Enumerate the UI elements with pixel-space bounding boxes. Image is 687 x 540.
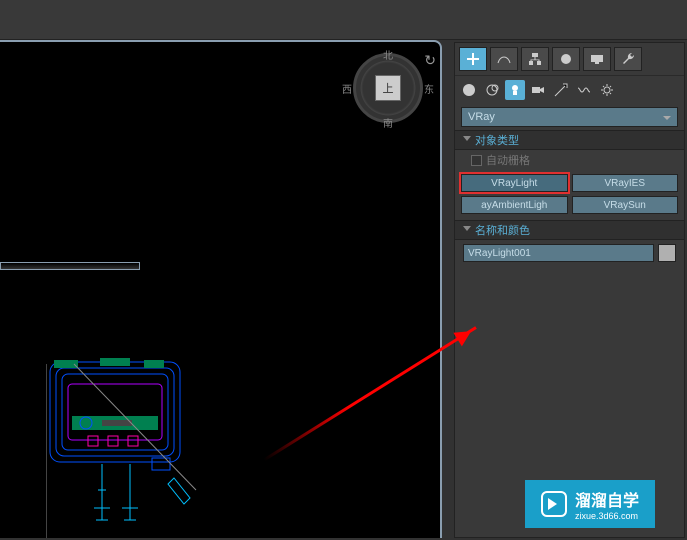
section-body-object-type: 自动栅格 VRayLight VRayIES ayAmbientLigh VRa… xyxy=(455,150,684,220)
spacewarps-icon[interactable] xyxy=(574,80,594,100)
viewport-top[interactable]: ↻ 北 南 东 西 上 xyxy=(0,40,442,538)
top-menu-bar xyxy=(0,0,687,40)
vraysun-button[interactable]: VRaySun xyxy=(572,196,679,214)
watermark-subtitle: zixue.3d66.com xyxy=(575,511,639,521)
play-icon xyxy=(541,491,567,517)
section-header-name-color[interactable]: 名称和颜色 xyxy=(455,220,684,240)
section-title: 名称和颜色 xyxy=(475,222,530,238)
compass-n: 北 xyxy=(383,47,393,62)
motion-tab[interactable] xyxy=(552,47,580,71)
object-color-swatch[interactable] xyxy=(658,244,676,262)
create-tab[interactable] xyxy=(459,47,487,71)
geometry-icon[interactable] xyxy=(459,80,479,100)
section-header-object-type[interactable]: 对象类型 xyxy=(455,130,684,150)
name-color-row xyxy=(455,240,684,266)
vrayies-button[interactable]: VRayIES xyxy=(572,174,679,192)
systems-icon[interactable] xyxy=(597,80,617,100)
viewcube-face-top[interactable]: 上 xyxy=(375,75,401,101)
vraylight-button[interactable]: VRayLight xyxy=(461,174,568,192)
object-type-buttons: VRayLight VRayIES ayAmbientLigh VRaySun xyxy=(455,174,684,220)
auto-grid-row: 自动栅格 xyxy=(455,150,684,174)
compass-w: 西 xyxy=(342,81,352,96)
command-panel: VRay 对象类型 自动栅格 VRayLight VRayIES ayAmbie… xyxy=(454,42,685,538)
watermark: 溜溜自学 zixue.3d66.com xyxy=(525,480,655,528)
section-title: 对象类型 xyxy=(475,132,519,148)
auto-grid-label: 自动栅格 xyxy=(486,152,530,168)
display-tab[interactable] xyxy=(583,47,611,71)
auto-grid-checkbox[interactable] xyxy=(471,155,482,166)
create-categories xyxy=(455,76,684,104)
hierarchy-tab[interactable] xyxy=(521,47,549,71)
modify-tab[interactable] xyxy=(490,47,518,71)
compass-e: 东 xyxy=(424,81,434,96)
helpers-icon[interactable] xyxy=(551,80,571,100)
watermark-title: 溜溜自学 xyxy=(575,487,639,511)
renderer-dropdown[interactable]: VRay xyxy=(461,107,678,127)
cameras-icon[interactable] xyxy=(528,80,548,100)
renderer-dropdown-value: VRay xyxy=(468,111,495,123)
utilities-tab[interactable] xyxy=(614,47,642,71)
lights-icon[interactable] xyxy=(505,80,525,100)
object-name-input[interactable] xyxy=(463,244,654,262)
viewport-divider xyxy=(0,262,140,270)
vrayambientlight-button[interactable]: ayAmbientLigh xyxy=(461,196,568,214)
compass-s: 南 xyxy=(383,115,393,130)
shapes-icon[interactable] xyxy=(482,80,502,100)
panel-tabs xyxy=(455,43,684,76)
cad-drawing xyxy=(46,320,206,538)
viewcube[interactable]: 北 南 东 西 上 xyxy=(348,48,428,128)
